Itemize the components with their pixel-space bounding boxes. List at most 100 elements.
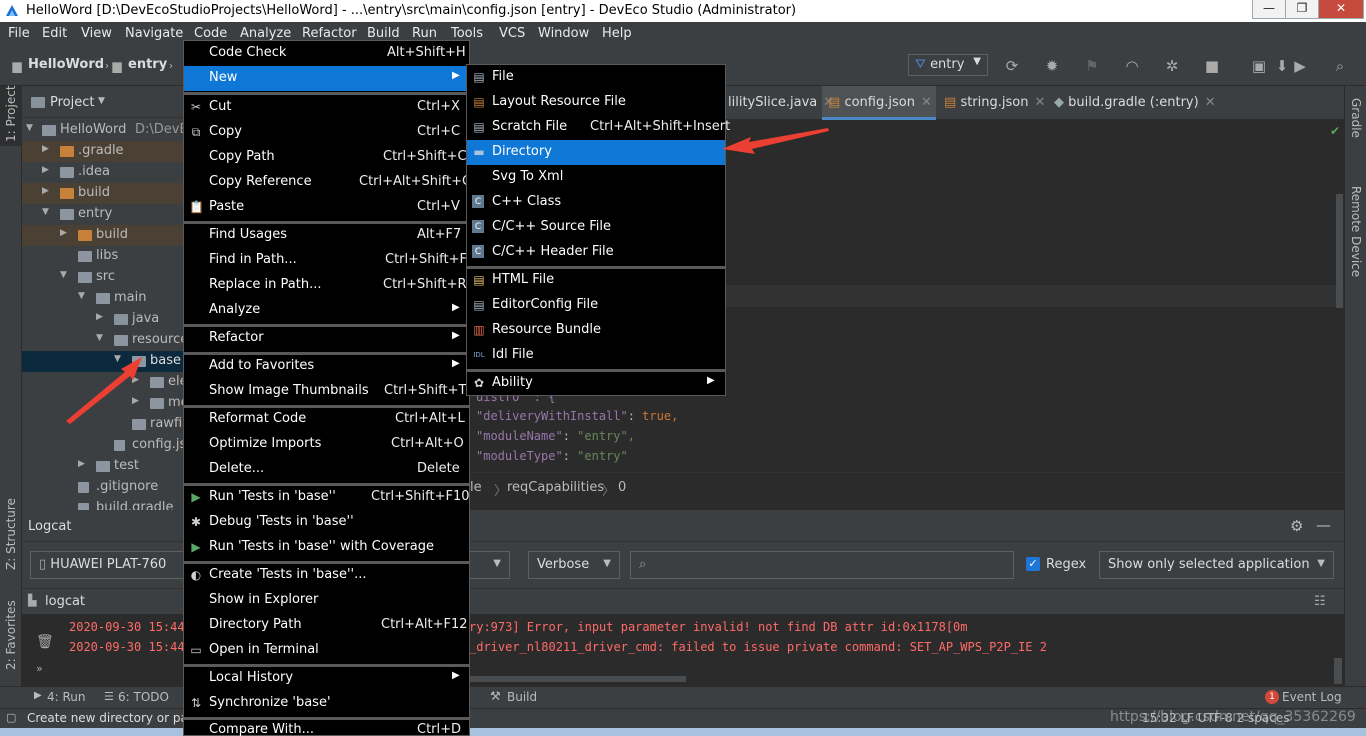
tab-config-json[interactable]: ▤ config.json ✕ [828,95,932,110]
editor-scrollbar[interactable] [1336,194,1343,308]
menu-tools[interactable]: Tools [451,26,483,41]
app-filter-select[interactable]: Show only selected application ▼ [1099,551,1334,579]
todo-tool-tab[interactable]: 6: TODO [118,690,169,704]
minimize-button[interactable]: — [1252,0,1286,19]
run-tool-tab[interactable]: 4: Run [47,690,86,704]
crumb-item[interactable]: 0 [618,480,626,495]
tree-row[interactable]: ▼ resource [22,330,188,351]
project-tool-tab[interactable]: 1: Project [4,85,18,142]
breadcrumb-module[interactable]: entry [128,57,167,72]
log-search-input[interactable]: ⌕ [630,551,1014,579]
menu-item-run-tests[interactable]: ▶ Run 'Tests in 'base'' Ctrl+Shift+F10 [184,485,469,510]
expand-more-icon[interactable]: » [36,662,43,675]
menu-window[interactable]: Window [538,26,589,41]
menu-analyze[interactable]: Analyze [240,26,291,41]
menu-item-run-with-coverage[interactable]: ▶ Run 'Tests in 'base'' with Coverage [184,535,469,560]
menu-item-compare-with[interactable]: Compare With... Ctrl+D [184,719,469,736]
tree-row-selected[interactable]: ▼ base [22,351,184,372]
new-scratch-file-item[interactable]: ▤ Scratch File Ctrl+Alt+Shift+Insert [467,115,730,140]
new-cpp-class-item[interactable]: C C++ Class [467,190,725,215]
menu-item-open-in-terminal[interactable]: ▭ Open in Terminal [184,638,469,663]
tree-row[interactable]: ▶ ele [22,372,188,393]
favorites-tool-tab[interactable]: 2: Favorites [4,600,18,670]
tab-build-gradle[interactable]: ◆ build.gradle (:entry) ✕ [1054,95,1216,110]
menu-refactor[interactable]: Refactor [302,26,357,41]
maximize-button[interactable]: ❐ [1285,0,1319,19]
search-icon[interactable]: ⌕ [1332,58,1348,74]
menu-item-add-to-favorites[interactable]: Add to Favorites ▶ [184,354,469,379]
menu-item-paste[interactable]: 📋 Paste Ctrl+V [184,195,469,220]
tree-row[interactable]: ▶ test [22,456,184,477]
profiler-gauge-icon[interactable]: ◠ [1124,58,1140,74]
menu-item-refactor[interactable]: Refactor ▶ [184,326,469,351]
logcat-tab[interactable]: logcat [45,594,85,609]
new-cpp-source-item[interactable]: C C/C++ Source File [467,215,725,240]
new-idl-file-item[interactable]: IDL Idl File [467,343,725,368]
new-resource-bundle-item[interactable]: ▥ Resource Bundle [467,318,725,343]
tree-row[interactable]: rawfil [22,414,186,435]
menu-navigate[interactable]: Navigate [125,26,183,41]
menu-help[interactable]: Help [602,26,632,41]
close-button[interactable]: ✕ [1318,0,1364,19]
menu-item-replace-in-path[interactable]: Replace in Path... Ctrl+Shift+R [184,273,469,298]
menu-build[interactable]: Build [367,26,400,41]
menu-item-find-in-path[interactable]: Find in Path... Ctrl+Shift+F [184,248,469,273]
menu-item-code-check[interactable]: Code Check Alt+Shift+H [184,41,469,66]
menu-item-synchronize[interactable]: ⇅ Synchronize 'base' [184,691,469,716]
tree-row[interactable]: ▶ me [22,393,189,414]
menu-item-copy[interactable]: ⧉ Copy Ctrl+C [184,120,469,145]
trash-icon[interactable]: 🗑 [36,634,54,650]
new-svg-to-xml-item[interactable]: Svg To Xml [467,165,725,190]
debug-bug-icon[interactable]: ✹ [1044,58,1060,74]
tab-string-json[interactable]: ▤ string.json ✕ [944,95,1045,110]
tree-row[interactable]: .gitignore [22,477,184,498]
remote-device-tool-tab[interactable]: Remote Device [1349,186,1363,277]
tree-row[interactable]: ▶ .gradle [22,141,184,162]
tree-row[interactable]: ▶ build [22,183,184,204]
close-icon[interactable]: ✕ [1034,95,1045,110]
tab-ability-slice[interactable]: lilitySlice.java ✕ [728,95,834,110]
new-directory-item[interactable]: ▬ Directory [467,140,725,165]
crumb-item[interactable]: reqCapabilities [507,480,604,495]
menu-item-delete[interactable]: Delete... Delete [184,457,469,482]
event-log-tool-tab[interactable]: Event Log [1282,690,1342,704]
gear-icon[interactable]: ⚙ [1290,517,1303,535]
close-icon[interactable]: ✕ [1205,95,1216,110]
gradle-tool-tab[interactable]: Gradle [1349,98,1363,138]
tree-row[interactable]: ▼ src [22,267,184,288]
sdk-manager-icon[interactable]: ⬇ [1274,58,1290,74]
menu-item-new[interactable]: New ▶ [184,66,469,91]
rerun-icon[interactable]: ⟳ [1004,58,1020,74]
tree-row[interactable]: ▶ java [22,309,184,330]
device-select[interactable]: ▯ HUAWEI PLAT-760 [30,551,188,579]
tree-row[interactable]: config.js [22,435,186,456]
regex-checkbox[interactable]: ✓ [1026,557,1040,571]
tree-row[interactable]: build.gradle [22,498,184,510]
gear-bug-icon[interactable]: ✲ [1164,58,1180,74]
menu-item-show-in-explorer[interactable]: Show in Explorer [184,588,469,613]
menu-code[interactable]: Code [194,26,227,41]
log-scrollbar[interactable] [1334,658,1342,684]
new-file-item[interactable]: ▤ File [467,65,725,90]
stop-icon[interactable]: ■ [1204,58,1220,74]
log-level-select[interactable]: Verbose ▼ [528,551,620,579]
tree-row[interactable]: ▼ main [22,288,184,309]
crumb-item[interactable]: le [470,480,482,495]
menu-item-cut[interactable]: ✂ Cut Ctrl+X [184,95,469,120]
new-ability-item[interactable]: ✿ Ability ▶ [467,371,725,396]
new-layout-resource-item[interactable]: ▤ Layout Resource File [467,90,725,115]
tree-row[interactable]: ▶ .idea [22,162,184,183]
project-view-title[interactable]: Project [50,95,94,110]
tree-row[interactable]: ▼ entry [22,204,184,225]
menu-item-copy-reference[interactable]: Copy Reference Ctrl+Alt+Shift+C [184,170,471,195]
close-icon[interactable]: ✕ [921,95,932,110]
menu-file[interactable]: File [8,26,30,41]
menu-view[interactable]: View [81,26,112,41]
tree-row[interactable]: ▶ build [22,225,184,246]
menu-item-debug-tests[interactable]: ✱ Debug 'Tests in 'base'' [184,510,469,535]
menu-item-local-history[interactable]: Local History ▶ [184,666,469,691]
menu-item-show-image-thumbnails[interactable]: Show Image Thumbnails Ctrl+Shift+T [184,379,469,404]
menu-item-create-tests[interactable]: ◐ Create 'Tests in 'base''... [184,563,469,588]
layout-options-icon[interactable]: ☷ [1314,594,1326,609]
menu-item-find-usages[interactable]: Find Usages Alt+F7 [184,223,469,248]
